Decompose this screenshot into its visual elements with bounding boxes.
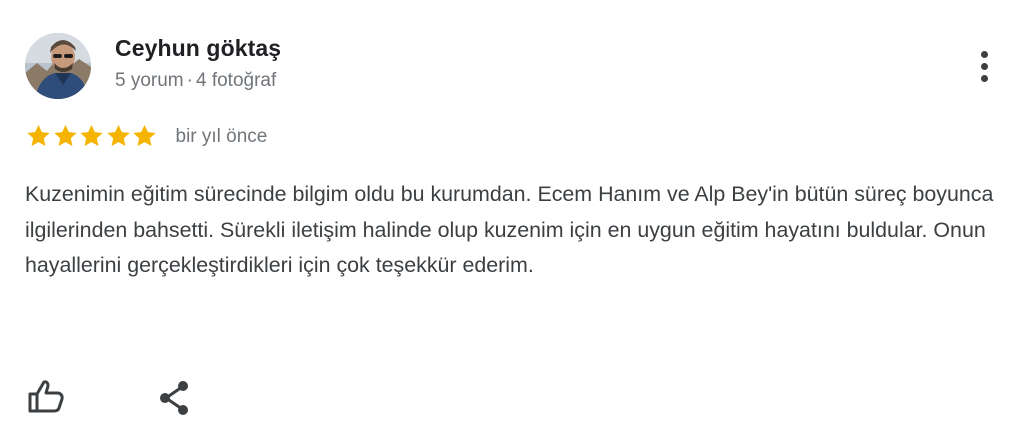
star-icon	[53, 124, 77, 146]
more-vert-icon	[981, 51, 988, 58]
author-name[interactable]: Ceyhun göktaş	[115, 35, 281, 62]
avatar-photo	[25, 33, 91, 99]
star-icon	[80, 124, 103, 146]
like-button[interactable]	[25, 377, 67, 417]
share-button[interactable]	[155, 379, 195, 419]
more-vert-icon-dot	[981, 63, 988, 70]
star-icon	[133, 124, 156, 146]
review-card: Ceyhun göktaş 5 yorum · 4 fotoğraf bir yıl…	[0, 0, 1028, 442]
rating-row: bir yıl önce	[25, 123, 267, 149]
star-icon	[27, 124, 50, 146]
review-text: Kuzenimin eğitim sürecinde bilgim oldu b…	[25, 182, 994, 277]
more-options-button[interactable]	[968, 46, 1002, 86]
author-avatar[interactable]	[25, 33, 91, 99]
author-meta: 5 yorum · 4 fotoğraf	[115, 70, 276, 92]
share-icon	[160, 381, 188, 415]
thumb-up-icon	[28, 380, 64, 413]
review-date: bir yıl önce	[175, 126, 268, 147]
meta-separator: ·	[186, 70, 193, 91]
more-vert-icon-dot	[981, 75, 988, 82]
star-icon	[106, 124, 130, 146]
star-rating	[25, 123, 158, 149]
review-count: 5 yorum	[115, 70, 184, 91]
photo-count: 4 fotoğraf	[195, 70, 277, 91]
